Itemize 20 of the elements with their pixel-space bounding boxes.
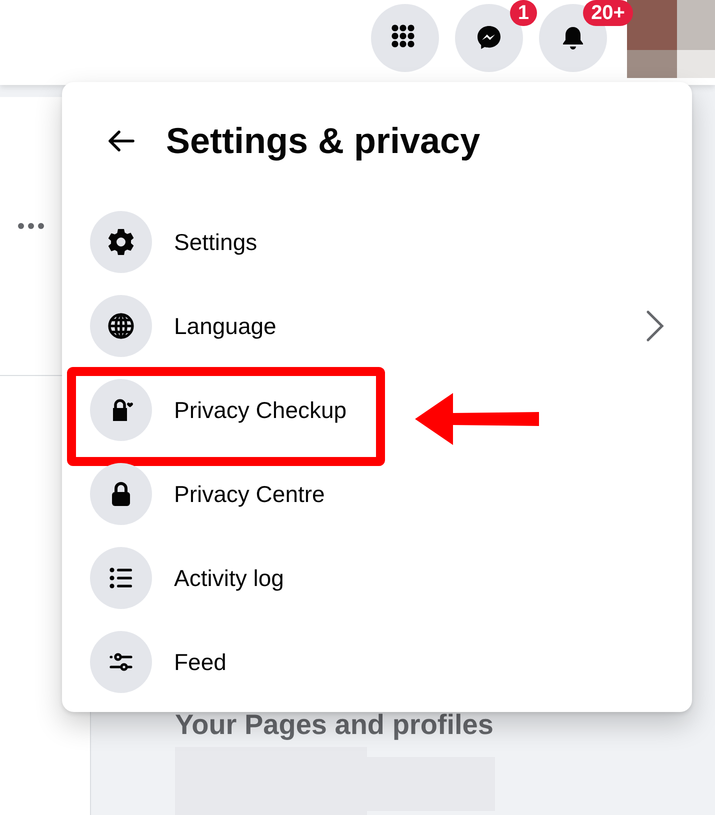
settings-icon <box>108 229 134 255</box>
menu-item[interactable]: Settings <box>90 200 665 284</box>
notification-badge: 1 <box>510 0 537 26</box>
lock-heart-icon <box>113 399 133 421</box>
globe-icon <box>108 313 134 339</box>
bell-icon <box>563 26 583 49</box>
menu-title: Settings & privacy <box>166 120 480 162</box>
messenger-icon <box>478 26 500 48</box>
back-button[interactable] <box>106 129 136 153</box>
menu-item[interactable]: Feed <box>90 620 665 704</box>
menu-item[interactable]: Activity log <box>90 536 665 620</box>
menu-item[interactable]: Language <box>90 284 665 368</box>
notification-badge: 20+ <box>583 0 633 26</box>
list-icon <box>110 568 132 588</box>
sliders-icon <box>110 653 132 671</box>
section-title: Your Pages and profiles <box>175 709 494 741</box>
grid-icon <box>392 24 414 47</box>
menu-item[interactable]: Privacy Centre <box>90 452 665 536</box>
back-arrow-icon <box>108 130 134 152</box>
lock-icon <box>112 482 130 506</box>
